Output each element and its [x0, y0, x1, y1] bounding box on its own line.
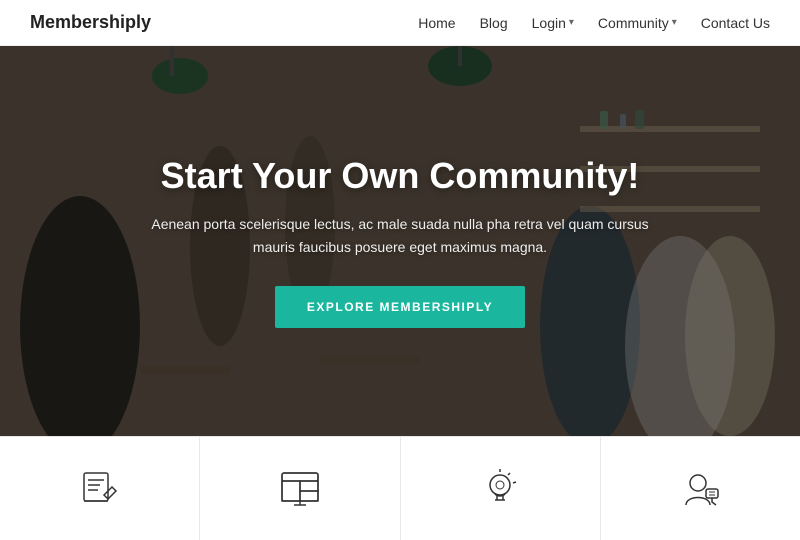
hero-subtitle: Aenean porta scelerisque lectus, ac male… [140, 213, 660, 258]
edit-design-icon [74, 463, 126, 515]
chevron-down-icon: ▾ [672, 17, 677, 28]
nav-login[interactable]: Login ▾ [532, 15, 574, 31]
hero-content: Start Your Own Community! Aenean porta s… [100, 154, 700, 328]
hero-title: Start Your Own Community! [140, 154, 660, 197]
support-icon [674, 463, 726, 515]
features-section [0, 436, 800, 540]
site-logo[interactable]: Membershiply [30, 12, 151, 33]
feature-item-2 [200, 437, 400, 540]
main-nav: Home Blog Login ▾ Community ▾ Contact Us [418, 15, 770, 31]
nav-community[interactable]: Community ▾ [598, 15, 677, 31]
nav-blog[interactable]: Blog [480, 15, 508, 31]
feature-item-4 [601, 437, 800, 540]
nav-contact[interactable]: Contact Us [701, 15, 770, 31]
chevron-down-icon: ▾ [569, 17, 574, 28]
explore-button[interactable]: EXPLORE MEMBERSHIPLY [275, 286, 525, 328]
nav-home[interactable]: Home [418, 15, 455, 31]
dashboard-icon [274, 463, 326, 515]
feature-item-3 [401, 437, 601, 540]
brain-idea-icon [474, 463, 526, 515]
feature-item-1 [0, 437, 200, 540]
hero-section: Start Your Own Community! Aenean porta s… [0, 46, 800, 436]
site-header: Membershiply Home Blog Login ▾ Community… [0, 0, 800, 46]
